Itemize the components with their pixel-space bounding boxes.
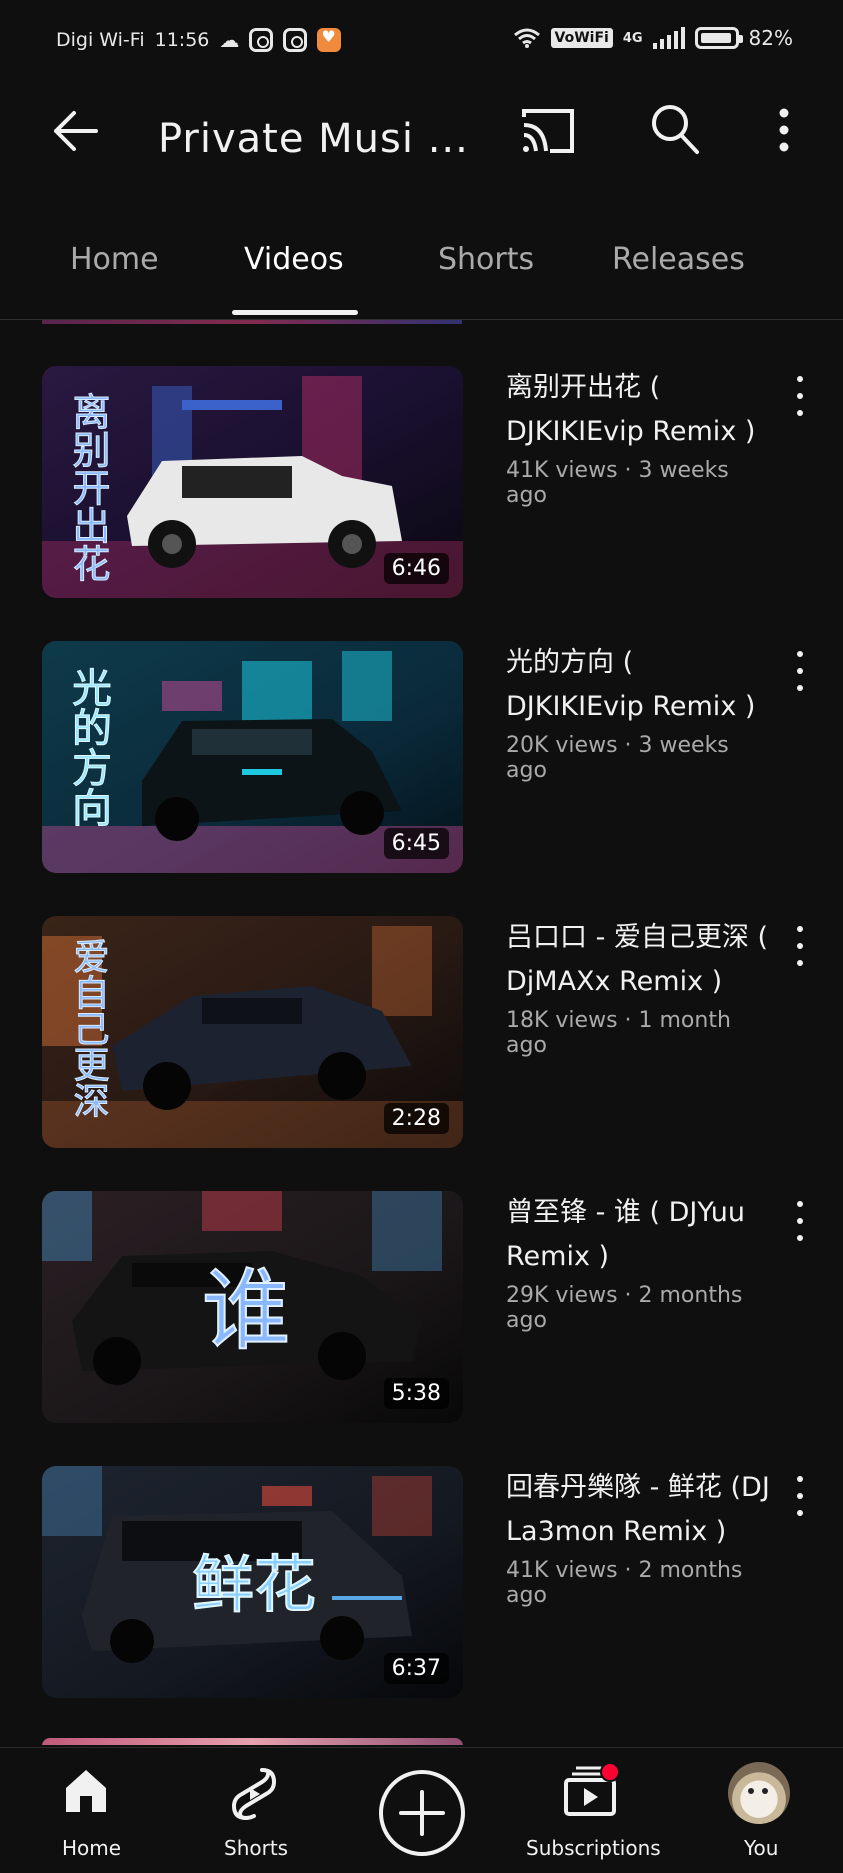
- video-stats: 41K views · 3 weeks ago: [506, 458, 729, 508]
- video-duration: 6:46: [383, 553, 449, 584]
- partial-thumbnail-top: [42, 320, 462, 324]
- clock: 11:56: [154, 29, 210, 51]
- nav-label: Home: [62, 1836, 122, 1860]
- video-meta[interactable]: 曾至锋 - 谁 ( DJYuu Remix ) 29K views · 2 mo…: [506, 1191, 776, 1333]
- video-duration: 2:28: [383, 1103, 449, 1134]
- status-bar: Digi Wi-Fi 11:56 ☁ VoWiFi 4G 82%: [0, 0, 843, 86]
- tab-releases[interactable]: Releases: [612, 242, 745, 277]
- avatar: [728, 1762, 790, 1824]
- video-more-button[interactable]: [790, 376, 810, 416]
- video-title[interactable]: 曾至锋 - 谁 ( DJYuu Remix ): [506, 1191, 776, 1279]
- video-stats: 18K views · 1 month ago: [506, 1008, 731, 1058]
- video-more-button[interactable]: [790, 926, 810, 966]
- video-thumbnail[interactable]: 爱自己更深 2:28: [42, 916, 463, 1148]
- thumbnail-text: 爱自己更深: [68, 938, 109, 1118]
- instagram-icon-2: [283, 28, 308, 52]
- tab-videos[interactable]: Videos: [244, 242, 344, 277]
- video-duration: 5:38: [383, 1378, 449, 1409]
- video-meta[interactable]: 离别开出花 ( DJKIKIEvip Remix ) 41K views · 3…: [506, 366, 776, 508]
- search-icon: [652, 105, 699, 154]
- video-item[interactable]: 鲜花 6:37 回春丹樂隊 - 鲜花 (DJ La3mon Remix ) 41…: [0, 1466, 843, 1706]
- nav-label: Subscriptions: [526, 1836, 661, 1860]
- instagram-icon: [249, 28, 274, 52]
- video-thumbnail[interactable]: 光的方向 6:45: [42, 641, 463, 873]
- video-meta[interactable]: 吕口口 - 爱自己更深 ( DjMAXx Remix ) 18K views ·…: [506, 916, 776, 1058]
- create-button[interactable]: [379, 1770, 465, 1856]
- active-tab-indicator: [232, 310, 358, 315]
- video-more-button[interactable]: [790, 1476, 810, 1516]
- thumbnail-text: 离别开出花: [66, 392, 110, 582]
- nav-shorts[interactable]: Shorts: [210, 1748, 300, 1873]
- vowifi-badge: VoWiFi: [550, 28, 613, 48]
- wifi-icon: [513, 28, 540, 48]
- shorts-icon: [231, 1768, 277, 1821]
- bottom-navigation: Home Shorts Subscriptions You: [0, 1747, 843, 1873]
- nav-label: You: [744, 1836, 779, 1860]
- video-item[interactable]: 离别开出花 6:46 离别开出花 ( DJKIKIEvip Remix ) 41…: [0, 366, 843, 606]
- create-icon: [399, 1790, 445, 1836]
- video-title[interactable]: 回春丹樂隊 - 鲜花 (DJ La3mon Remix ): [506, 1466, 776, 1554]
- status-right: VoWiFi 4G 82%: [513, 26, 793, 50]
- signal-icon: [652, 27, 685, 49]
- video-stats: 29K views · 2 months ago: [506, 1283, 743, 1333]
- nav-you[interactable]: You: [720, 1748, 800, 1873]
- video-meta[interactable]: 回春丹樂隊 - 鲜花 (DJ La3mon Remix ) 41K views …: [506, 1466, 776, 1608]
- nav-subscriptions[interactable]: Subscriptions: [520, 1748, 661, 1873]
- channel-title: Private Musi ...: [158, 116, 469, 162]
- video-item[interactable]: 光的方向 6:45 光的方向 ( DJKIKIEvip Remix ) 20K …: [0, 641, 843, 881]
- video-list[interactable]: 离别开出花 6:46 离别开出花 ( DJKIKIEvip Remix ) 41…: [0, 320, 843, 1745]
- back-button[interactable]: [48, 104, 102, 158]
- nav-home[interactable]: Home: [40, 1748, 130, 1873]
- battery-icon: [694, 27, 743, 49]
- partial-thumbnail-bottom: [42, 1738, 463, 1745]
- app-notification-icon: [317, 27, 342, 52]
- search-button[interactable]: [648, 100, 702, 160]
- video-thumbnail[interactable]: 谁 5:38: [42, 1191, 463, 1423]
- channel-tabs: Home Videos Shorts Releases: [0, 230, 843, 320]
- video-meta[interactable]: 光的方向 ( DJKIKIEvip Remix ) 20K views · 3 …: [506, 641, 776, 783]
- thumbnail-text: 光的方向: [65, 667, 111, 827]
- video-item[interactable]: 谁 5:38 曾至锋 - 谁 ( DJYuu Remix ) 29K views…: [0, 1191, 843, 1431]
- video-thumbnail[interactable]: 离别开出花 6:46: [42, 366, 463, 598]
- discord-icon: ☁: [219, 28, 240, 52]
- video-title[interactable]: 离别开出花 ( DJKIKIEvip Remix ): [506, 366, 776, 454]
- more-vert-icon: [779, 108, 789, 152]
- cast-icon: [522, 109, 574, 153]
- cast-button[interactable]: [518, 104, 578, 158]
- thumbnail-text: 鲜花: [192, 1548, 316, 1621]
- video-stats: 41K views · 2 months ago: [506, 1558, 743, 1608]
- video-item[interactable]: 爱自己更深 2:28 吕口口 - 爱自己更深 ( DjMAXx Remix ) …: [0, 916, 843, 1156]
- video-stats: 20K views · 3 weeks ago: [506, 733, 729, 783]
- video-duration: 6:37: [383, 1653, 449, 1684]
- notification-dot: [600, 1762, 620, 1782]
- nav-label: Shorts: [224, 1836, 289, 1860]
- status-left: Digi Wi-Fi 11:56 ☁: [56, 27, 342, 52]
- video-thumbnail[interactable]: 鲜花 6:37: [42, 1466, 463, 1698]
- video-title[interactable]: 吕口口 - 爱自己更深 ( DjMAXx Remix ): [506, 916, 776, 1004]
- thumbnail-text: 谁: [202, 1259, 290, 1362]
- home-icon: [66, 1770, 106, 1812]
- video-title[interactable]: 光的方向 ( DJKIKIEvip Remix ): [506, 641, 776, 729]
- network-type: 4G: [622, 30, 643, 46]
- more-options-button[interactable]: [770, 102, 798, 158]
- video-more-button[interactable]: [790, 651, 810, 691]
- video-duration: 6:45: [383, 828, 449, 859]
- back-arrow-icon: [54, 111, 98, 151]
- carrier-label: Digi Wi-Fi: [56, 29, 145, 51]
- tab-home[interactable]: Home: [70, 242, 159, 277]
- tab-shorts[interactable]: Shorts: [438, 242, 534, 277]
- battery-percent: 82%: [748, 26, 793, 50]
- video-more-button[interactable]: [790, 1201, 810, 1241]
